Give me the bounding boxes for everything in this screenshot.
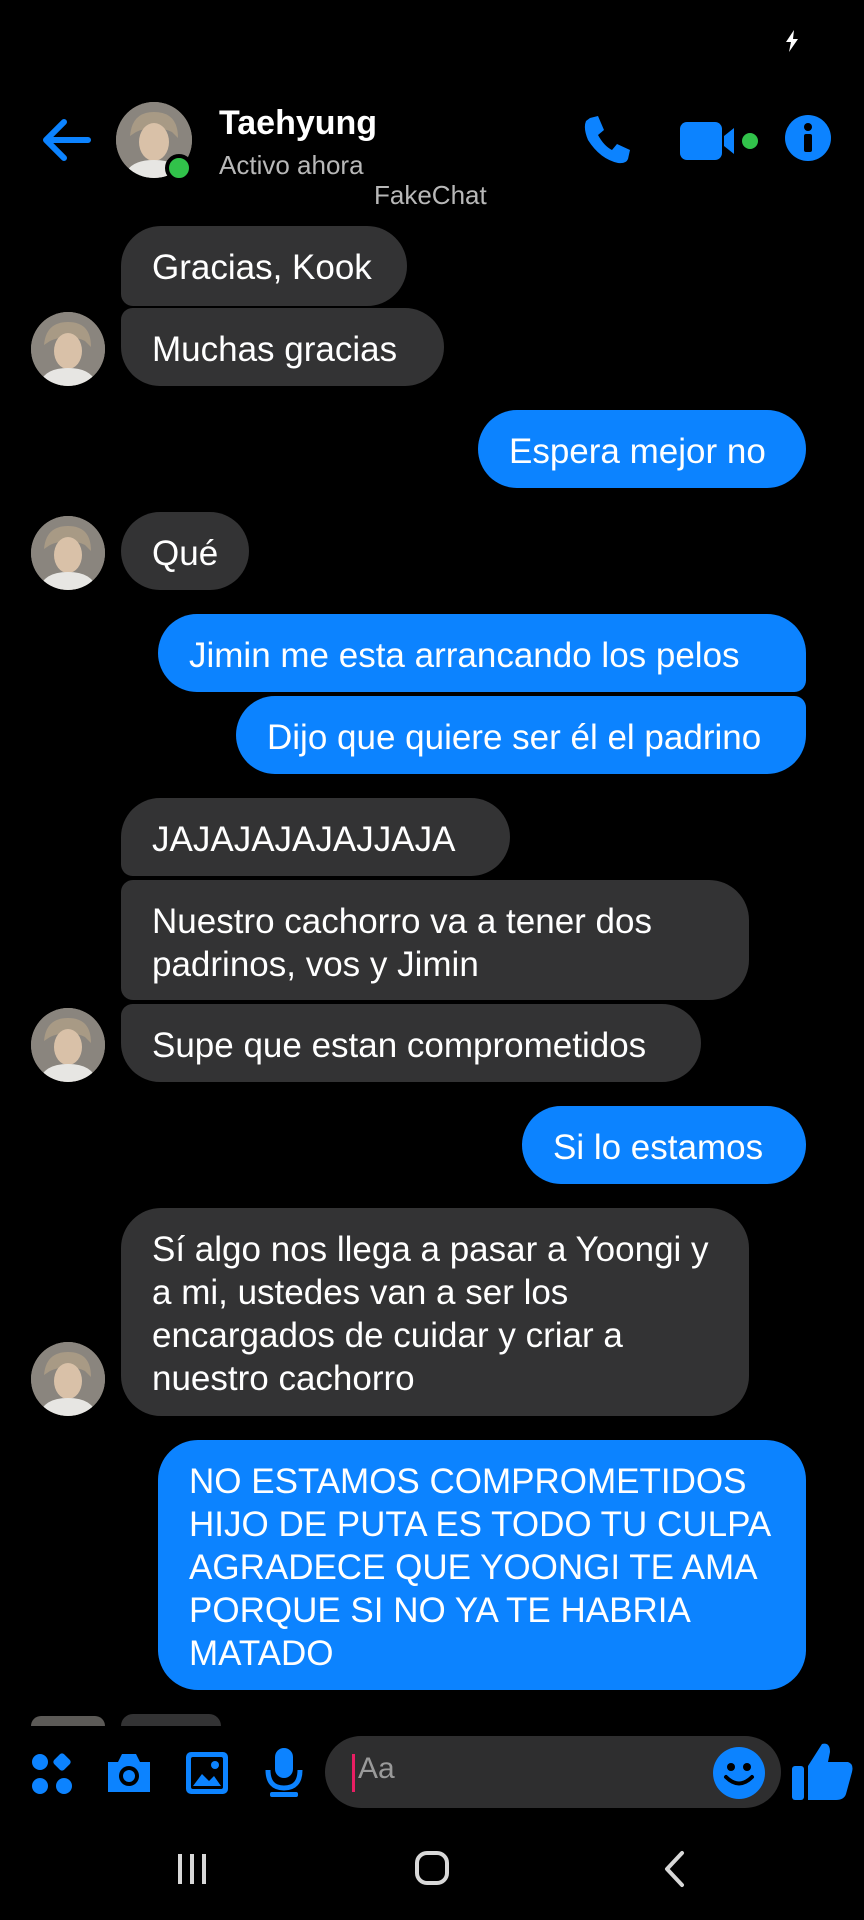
presence-status: Activo ahora [219, 150, 364, 180]
online-indicator [165, 154, 193, 182]
message-input-placeholder: Aa [358, 1752, 395, 1785]
message-bubble-incoming[interactable]: Sí algo nos llega a pasar a Yoongi y a m… [121, 1208, 749, 1416]
sender-avatar[interactable] [31, 516, 105, 590]
phone-icon[interactable] [578, 112, 634, 168]
microphone-icon[interactable] [264, 1746, 304, 1800]
back-arrow-icon[interactable] [38, 112, 94, 168]
thumbs-up-icon[interactable] [790, 1740, 856, 1802]
emoji-icon[interactable] [712, 1746, 766, 1800]
message-bubble-outgoing[interactable]: Dijo que quiere ser él el padrino [236, 696, 806, 774]
message-bubble-incoming[interactable]: Muchas gracias [121, 308, 444, 386]
message-bubble-incoming[interactable]: Qué [121, 512, 249, 590]
recent-apps-icon[interactable] [174, 1852, 210, 1886]
watermark-label: FakeChat [374, 180, 487, 210]
message-bubble-incoming[interactable]: Gracias, Kook [121, 226, 407, 306]
charging-icon [786, 30, 798, 52]
message-bubble-outgoing[interactable]: Espera mejor no [478, 410, 806, 488]
sender-avatar[interactable] [31, 1008, 105, 1082]
sender-avatar[interactable] [31, 312, 105, 386]
gallery-icon[interactable] [184, 1750, 230, 1796]
message-bubble-outgoing[interactable]: NO ESTAMOS COMPROMETIDOS HIJO DE PUTA ES… [158, 1440, 806, 1690]
avatar-image [31, 312, 105, 386]
video-call-icon[interactable] [678, 116, 762, 166]
partial-message-bubble [121, 1714, 221, 1726]
message-bubble-incoming[interactable]: Nuestro cachorro va a tener dos padrinos… [121, 880, 749, 1000]
contact-name[interactable]: Taehyung [219, 104, 377, 143]
avatar-image [31, 1342, 105, 1416]
message-bubble-incoming[interactable]: JAJAJAJAJAJJAJA [121, 798, 510, 876]
message-bubble-incoming[interactable]: Supe que estan comprometidos [121, 1004, 701, 1082]
sender-avatar[interactable] [31, 1342, 105, 1416]
message-bubble-outgoing[interactable]: Jimin me esta arrancando los pelos [158, 614, 806, 692]
message-bubble-outgoing[interactable]: Si lo estamos [522, 1106, 806, 1184]
back-nav-icon[interactable] [660, 1850, 690, 1888]
avatar-image [31, 1008, 105, 1082]
text-caret [352, 1754, 355, 1792]
apps-icon[interactable] [30, 1752, 74, 1796]
home-icon[interactable] [414, 1850, 450, 1886]
partial-sender-avatar [31, 1716, 105, 1726]
camera-icon[interactable] [104, 1750, 154, 1796]
info-icon[interactable] [784, 114, 832, 162]
avatar-image [31, 516, 105, 590]
